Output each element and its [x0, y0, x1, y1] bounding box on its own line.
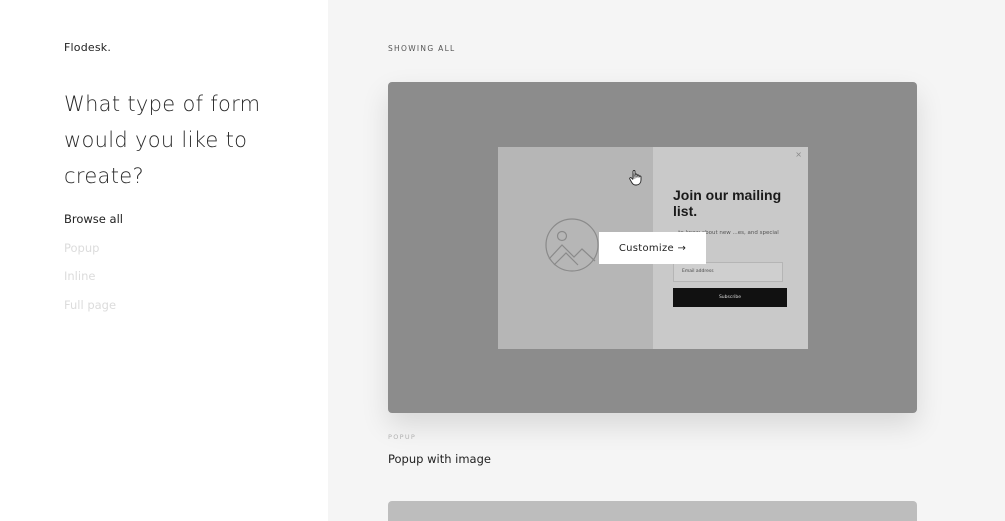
filter-popup[interactable]: Popup	[64, 240, 123, 269]
showing-label: SHOWING ALL	[388, 44, 456, 53]
hand-cursor-icon	[629, 170, 642, 186]
customize-button[interactable]: Customize →	[599, 232, 706, 264]
sidebar: Flodesk. What type of form would you lik…	[0, 0, 328, 521]
template-name[interactable]: Popup with image	[388, 452, 491, 466]
page-title: What type of form would you like to crea…	[64, 92, 261, 188]
filter-inline[interactable]: Inline	[64, 268, 123, 297]
form-type-filters: Browse all Popup Inline Full page	[64, 211, 123, 325]
form-type-picker-page: Flodesk. What type of form would you lik…	[0, 0, 1005, 521]
template-category: POPUP	[388, 433, 417, 441]
template-card-next[interactable]	[388, 501, 917, 521]
close-icon: ×	[795, 150, 802, 159]
filter-full-page[interactable]: Full page	[64, 297, 123, 326]
flodesk-logo[interactable]: Flodesk.	[64, 41, 111, 54]
image-placeholder-icon	[545, 218, 599, 272]
preview-subscribe-button: Subscribe	[673, 288, 787, 307]
template-card-popup-with-image[interactable]: × Join our mailing list. ...to know abou…	[388, 82, 917, 413]
preview-form-title: Join our mailing list.	[673, 187, 782, 219]
preview-email-field: Email address	[673, 262, 783, 282]
template-gallery: SHOWING ALL × Join our mailing list. ...…	[328, 0, 1005, 521]
filter-browse-all[interactable]: Browse all	[64, 211, 123, 240]
